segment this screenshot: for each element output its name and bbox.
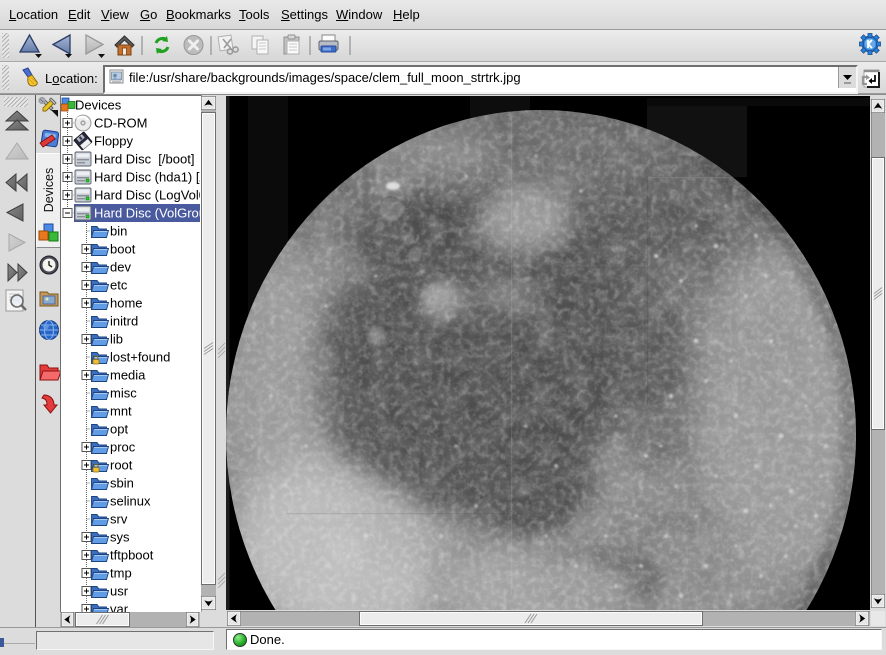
- svg-text:proc: proc: [110, 440, 136, 455]
- svg-text:root: root: [110, 458, 133, 473]
- svg-text:home: home: [110, 296, 143, 311]
- svg-text:CD-ROM: CD-ROM: [94, 116, 147, 131]
- svg-text:Floppy: Floppy: [94, 134, 134, 149]
- svg-text:Hard Disc (LogVol0: Hard Disc (LogVol0: [94, 188, 200, 203]
- svg-text:initrd: initrd: [110, 314, 138, 329]
- svg-text:mnt: mnt: [110, 404, 132, 419]
- svg-text:tmp: tmp: [110, 566, 132, 581]
- svg-text:opt: opt: [110, 422, 128, 437]
- svg-text:Hard Disc (hda1) [/: Hard Disc (hda1) [/: [94, 170, 200, 185]
- svg-text:misc: misc: [110, 386, 137, 401]
- svg-text:sbin: sbin: [110, 476, 134, 491]
- svg-text:srv: srv: [110, 512, 128, 527]
- svg-text:bin: bin: [110, 224, 127, 239]
- svg-text:dev: dev: [110, 260, 131, 275]
- svg-text:tftpboot: tftpboot: [110, 548, 154, 563]
- svg-text:var: var: [110, 602, 129, 613]
- svg-text:Hard Disc [/boot]: Hard Disc [/boot]: [94, 152, 194, 167]
- svg-text:Devices: Devices: [75, 98, 122, 113]
- svg-text:etc: etc: [110, 278, 128, 293]
- svg-text:boot: boot: [110, 242, 136, 257]
- svg-text:Hard Disc (VolGrou: Hard Disc (VolGrou: [94, 206, 200, 221]
- svg-text:lost+found: lost+found: [110, 350, 170, 365]
- svg-text:sys: sys: [110, 530, 130, 545]
- svg-text:usr: usr: [110, 584, 129, 599]
- svg-text:selinux: selinux: [110, 494, 151, 509]
- svg-text:media: media: [110, 368, 146, 383]
- svg-text:lib: lib: [110, 332, 123, 347]
